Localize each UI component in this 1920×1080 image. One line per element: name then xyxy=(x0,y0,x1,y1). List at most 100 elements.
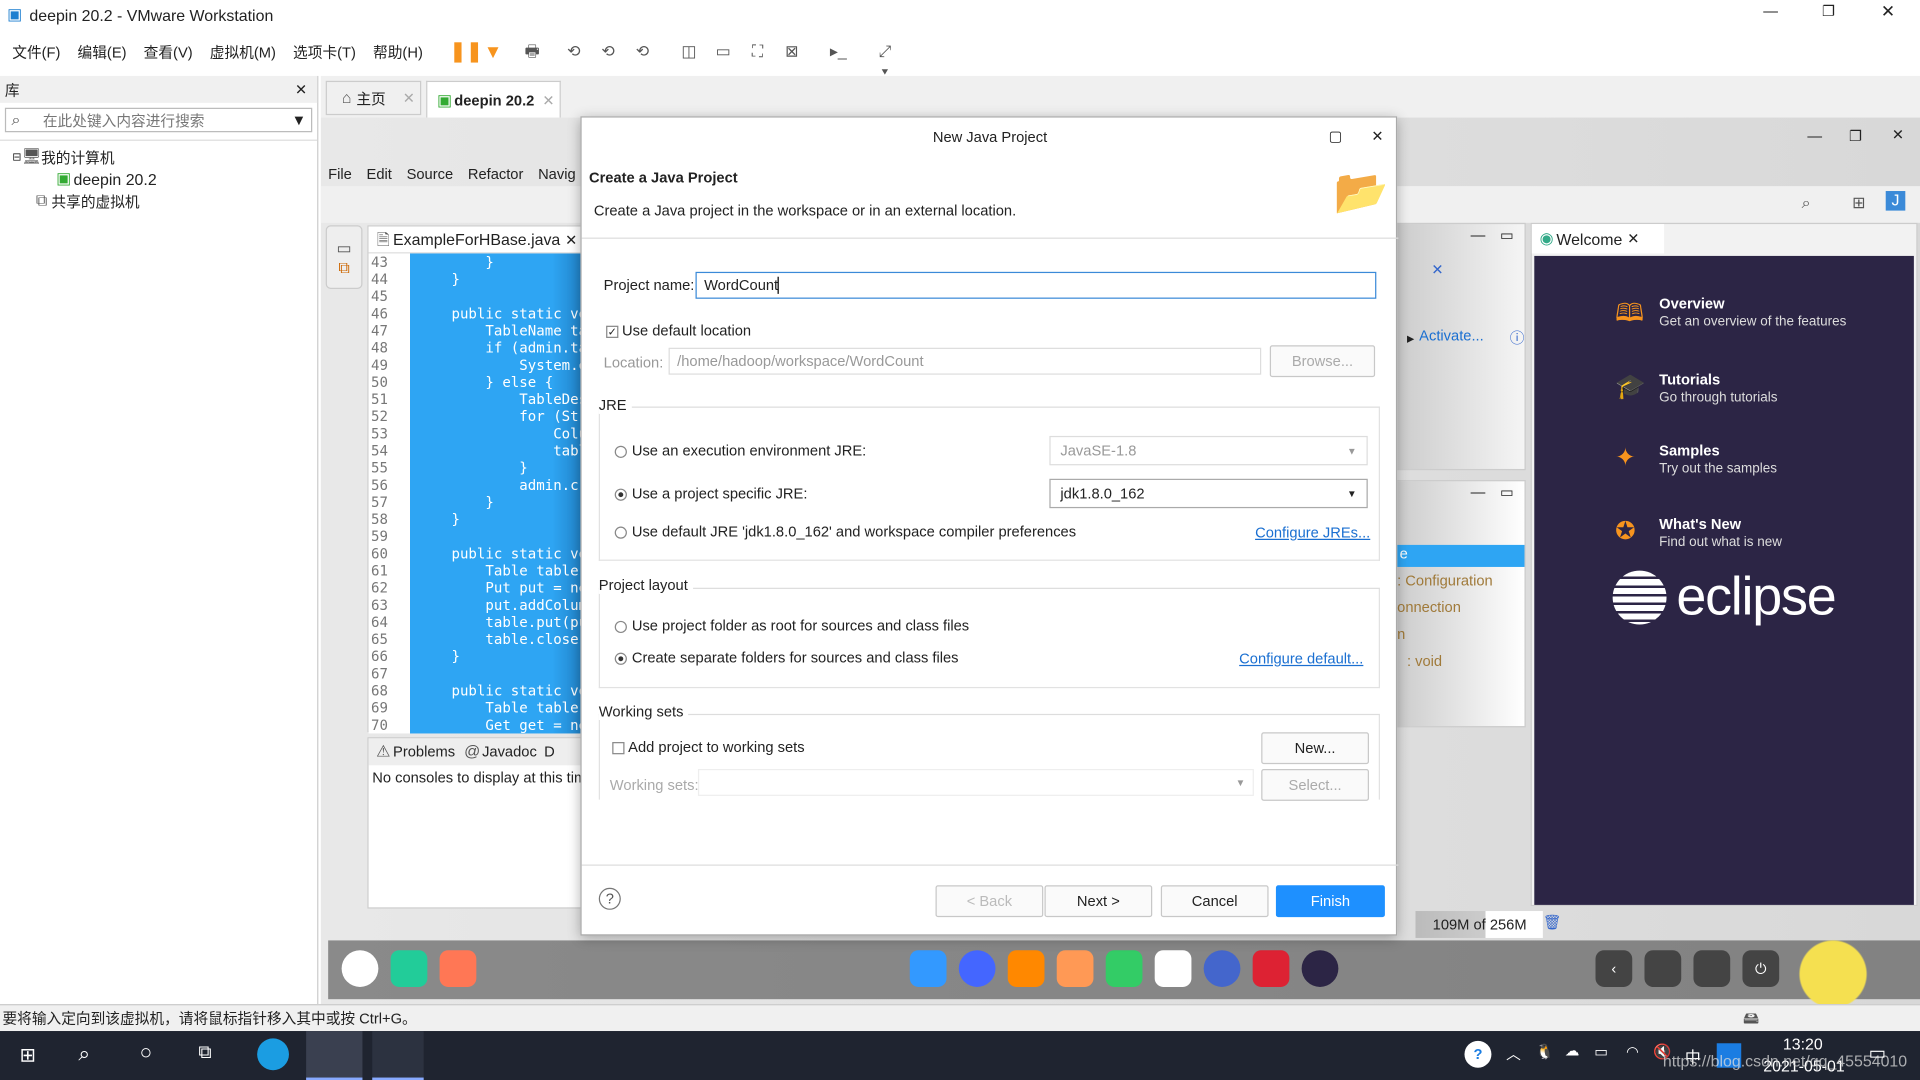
task-view-icon[interactable]: ⧉ xyxy=(198,1042,211,1063)
calendar-icon[interactable] xyxy=(1154,950,1192,987)
music-icon[interactable] xyxy=(1105,950,1143,987)
eclipse-menu-navigate[interactable]: Navig xyxy=(538,165,576,182)
fullscreen-icon[interactable]: ⛶ xyxy=(748,42,768,62)
eclipse-restore[interactable]: ❐ xyxy=(1849,127,1862,144)
browse-button[interactable]: Browse... xyxy=(1269,345,1376,378)
outline-item[interactable]: : Configuration xyxy=(1397,572,1493,589)
tree-deepin[interactable]: ▣ deepin 20.2 xyxy=(0,168,317,190)
tray-chevron-up-icon[interactable]: ︿ xyxy=(1506,1043,1521,1064)
separate-folders-radio[interactable]: Create separate folders for sources and … xyxy=(614,649,959,666)
close-icon[interactable]: ✕ xyxy=(542,91,554,108)
onscreen-keyboard-icon[interactable] xyxy=(1693,950,1731,987)
notification-icon[interactable]: ▭ xyxy=(1869,1042,1886,1064)
edge-icon[interactable] xyxy=(257,1038,289,1071)
activate-link[interactable]: Activate... xyxy=(1419,327,1484,344)
hierarchy-icon[interactable]: ⧉ xyxy=(334,258,354,278)
configure-jres-link[interactable]: Configure JREs... xyxy=(1255,524,1370,541)
library-close-icon[interactable]: ✕ xyxy=(295,81,307,98)
vmware-taskbar-icon[interactable] xyxy=(306,1031,363,1080)
close-icon[interactable]: ✕ xyxy=(1627,230,1639,247)
thumbnail-view-icon[interactable]: ▭ xyxy=(713,42,733,62)
dialog-close[interactable]: ✕ xyxy=(1371,127,1383,144)
eclipse-menu-file[interactable]: File xyxy=(328,165,352,182)
chevron-down-icon[interactable]: ▼ xyxy=(292,111,307,128)
configure-default-link[interactable]: Configure default... xyxy=(1239,650,1363,667)
wifi-icon[interactable]: ◠ xyxy=(1626,1043,1639,1060)
power-icon[interactable]: ⏻ xyxy=(1742,950,1780,987)
browser-icon[interactable] xyxy=(958,950,996,987)
execution-env-radio[interactable]: Use an execution environment JRE: xyxy=(614,442,866,459)
project-name-input[interactable]: WordCount xyxy=(695,271,1377,299)
keyboard-icon[interactable] xyxy=(1644,950,1682,987)
snapshot-manager-icon[interactable]: ⟲ xyxy=(633,42,653,62)
menu-view[interactable]: 查看(V) xyxy=(144,41,193,62)
tree-shared-vms[interactable]: ⧉ 共享的虚拟机 xyxy=(0,190,317,212)
filter-icon[interactable]: ✕ xyxy=(1431,261,1443,278)
photos-icon[interactable] xyxy=(1056,950,1094,987)
close-icon[interactable]: ✕ xyxy=(403,89,415,106)
code-area[interactable]: 43 } 44 } 45 46 public static vo 47 TableNam… xyxy=(368,253,587,734)
tab-problems[interactable]: ⚠ Problems xyxy=(373,742,455,762)
app-taskbar-icon[interactable] xyxy=(372,1031,424,1080)
project-folder-root-radio[interactable]: Use project folder as root for sources a… xyxy=(614,617,969,634)
unity-icon[interactable]: ⊠ xyxy=(782,42,802,62)
minimize-button[interactable]: — xyxy=(1763,2,1778,19)
sidebar-view-icon[interactable]: ◫ xyxy=(679,42,699,62)
hdd-icon[interactable]: 🖴 xyxy=(1741,1008,1761,1028)
help-icon[interactable]: ⓘ xyxy=(1510,327,1525,348)
menu-vm[interactable]: 虚拟机(M) xyxy=(210,41,276,62)
settings-icon[interactable] xyxy=(1203,950,1241,987)
eclipse-minimize[interactable]: — xyxy=(1807,127,1822,144)
outline-item[interactable]: n xyxy=(1397,626,1405,643)
pause-icon[interactable]: ❚❚ ▾ xyxy=(450,39,498,63)
eclipse-close[interactable]: ✕ xyxy=(1892,126,1904,143)
store-icon[interactable] xyxy=(1007,950,1045,987)
cancel-button[interactable]: Cancel xyxy=(1160,885,1269,918)
trash-icon[interactable]: 🗑 xyxy=(1543,913,1562,930)
execution-env-select[interactable]: JavaSE-1.8 ▼ xyxy=(1049,435,1368,466)
maximize-button[interactable]: ❐ xyxy=(1822,2,1835,19)
editor-tab[interactable]: 🗎 ExampleForHBase.java ✕ xyxy=(368,226,587,254)
welcome-item-tutorials[interactable]: 🎓 Tutorials Go through tutorials xyxy=(1615,371,1860,405)
help-tray-icon[interactable]: ? xyxy=(1464,1040,1492,1068)
restore-icon[interactable]: ▭ xyxy=(334,239,354,259)
close-button[interactable]: ✕ xyxy=(1881,1,1895,22)
library-search[interactable]: ⌕ 在此处键入内容进行搜索 ▼ xyxy=(4,107,313,133)
search-icon[interactable]: ⌕ xyxy=(1796,193,1816,213)
project-specific-jre-select[interactable]: jdk1.8.0_162 ▼ xyxy=(1049,478,1368,509)
qq-icon[interactable]: 🐧 xyxy=(1536,1043,1554,1060)
tab-deepin[interactable]: ▣ deepin 20.2 ✕ xyxy=(426,80,561,118)
new-working-set-button[interactable]: New... xyxy=(1261,732,1369,765)
search-icon[interactable]: ⌕ xyxy=(78,1042,90,1066)
cortana-icon[interactable]: ○ xyxy=(140,1041,153,1065)
tab-home[interactable]: ⌂ 主页 ✕ xyxy=(325,80,422,116)
welcome-item-overview[interactable]: 🕮 Overview Get an overview of the features xyxy=(1615,295,1860,337)
welcome-item-samples[interactable]: ✦ Samples Try out the samples xyxy=(1615,442,1860,476)
stretch-icon[interactable]: ⤢ ▾ xyxy=(875,42,895,80)
use-default-location-checkbox[interactable]: ✓ Use default location xyxy=(606,322,751,339)
onedrive-icon[interactable]: ☁ xyxy=(1565,1042,1580,1059)
outline-item[interactable]: : void xyxy=(1407,653,1442,670)
select-working-set-button[interactable]: Select... xyxy=(1261,768,1369,801)
maximize-icon[interactable]: ▭ xyxy=(1500,227,1514,244)
close-icon[interactable]: ✕ xyxy=(565,231,577,248)
app-store-icon[interactable] xyxy=(439,950,477,987)
menu-edit[interactable]: 编辑(E) xyxy=(78,41,127,62)
revert-snapshot-icon[interactable]: ⟲ xyxy=(598,42,618,62)
tab-javadoc[interactable]: @ Javadoc xyxy=(462,742,537,762)
dialog-maximize[interactable]: ▢ xyxy=(1329,127,1343,144)
files-icon[interactable] xyxy=(909,950,947,987)
perspective-icon[interactable]: ⊞ xyxy=(1849,193,1869,213)
back-icon[interactable]: ‹ xyxy=(1595,950,1633,987)
java-perspective-icon[interactable]: J xyxy=(1885,191,1906,211)
menu-tabs[interactable]: 选项卡(T) xyxy=(293,41,356,62)
terminal-app-icon[interactable] xyxy=(390,950,428,987)
snapshot-icon[interactable]: ⟲ xyxy=(564,42,584,62)
tab-declaration[interactable]: D xyxy=(544,743,555,760)
next-button[interactable]: Next > xyxy=(1044,885,1153,918)
location-input[interactable]: /home/hadoop/workspace/WordCount xyxy=(668,347,1262,375)
working-sets-select[interactable]: ▼ xyxy=(697,768,1254,796)
battery-icon[interactable]: ▭ xyxy=(1594,1043,1608,1060)
maximize-icon[interactable]: ▭ xyxy=(1500,484,1514,501)
clock-time[interactable]: 13:20 xyxy=(1783,1035,1823,1053)
